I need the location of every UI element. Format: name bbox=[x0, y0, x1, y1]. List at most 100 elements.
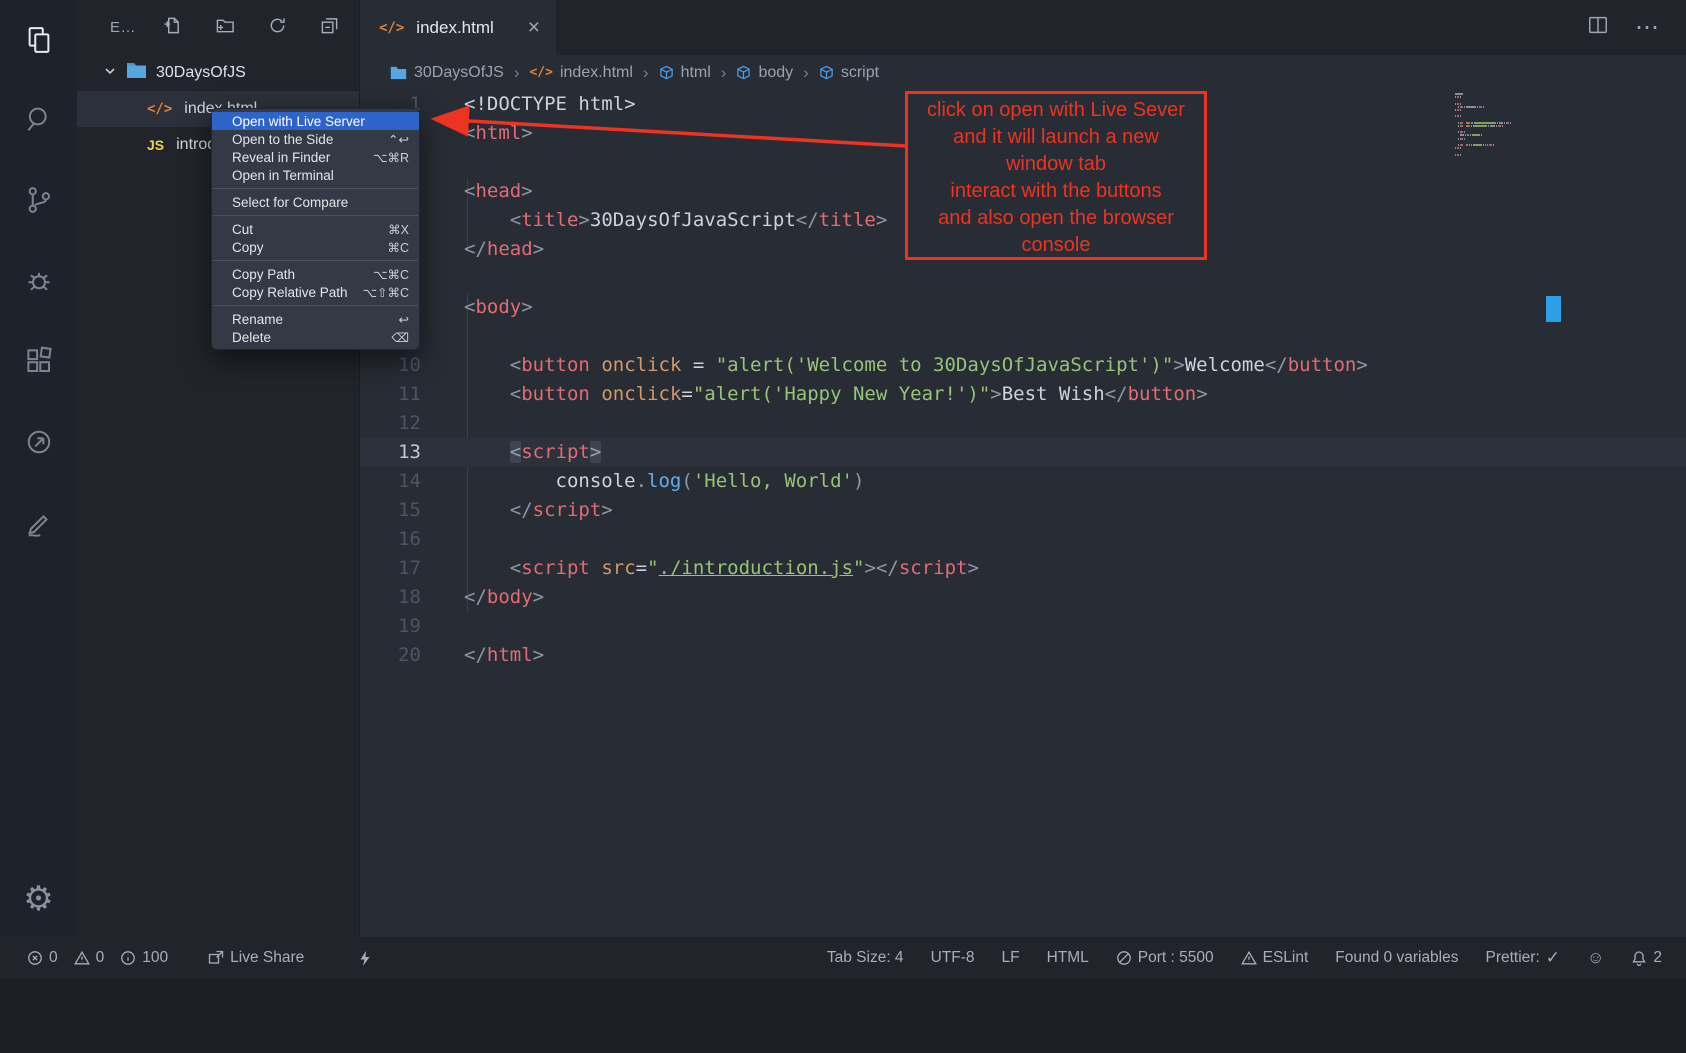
code-line-12[interactable]: 12 bbox=[360, 409, 1686, 438]
eol-indicator[interactable]: LF bbox=[1001, 949, 1019, 967]
annotation-line: window tab bbox=[908, 151, 1204, 178]
source-control-icon[interactable] bbox=[0, 172, 77, 228]
code-line-13[interactable]: 13 <script> bbox=[360, 438, 1686, 467]
code-line-15[interactable]: 15 </script> bbox=[360, 496, 1686, 525]
new-folder-icon[interactable] bbox=[215, 16, 235, 40]
warning-icon bbox=[74, 950, 90, 966]
menu-item-reveal-in-finder[interactable]: Reveal in Finder⌥⌘R bbox=[212, 148, 419, 166]
menu-item-open-with-live-server[interactable]: Open with Live Server bbox=[212, 112, 419, 130]
tab-close-icon[interactable]: × bbox=[528, 17, 540, 38]
code-line-20[interactable]: 20</html> bbox=[360, 641, 1686, 670]
line-number: 15 bbox=[360, 496, 421, 525]
tab-index-html[interactable]: </> index.html × bbox=[360, 0, 556, 55]
settings-gear-icon[interactable]: ⚙ bbox=[0, 871, 77, 927]
menu-item-copy[interactable]: Copy⌘C bbox=[212, 238, 419, 256]
split-editor-icon[interactable] bbox=[1587, 14, 1609, 41]
line-number: 19 bbox=[360, 612, 421, 641]
code-line-8[interactable]: 8<body> bbox=[360, 293, 1686, 322]
folder-icon bbox=[126, 62, 147, 84]
breadcrumb-separator: › bbox=[720, 63, 728, 83]
run-debug-icon[interactable] bbox=[0, 253, 77, 309]
menu-item-open-in-terminal[interactable]: Open in Terminal bbox=[212, 166, 419, 184]
encoding-indicator[interactable]: UTF-8 bbox=[931, 949, 975, 967]
collapse-all-icon[interactable] bbox=[320, 16, 339, 40]
line-number: 14 bbox=[360, 467, 421, 496]
breadcrumb-item-html[interactable]: html bbox=[659, 64, 711, 82]
language-indicator[interactable]: HTML bbox=[1047, 949, 1089, 967]
annotation-line: and also open the browser bbox=[908, 205, 1204, 232]
tab-bar: </> index.html × ⋯ bbox=[360, 0, 1686, 55]
info-count[interactable]: 100 bbox=[120, 949, 168, 967]
menu-item-rename[interactable]: Rename↩ bbox=[212, 310, 419, 328]
menu-item-cut[interactable]: Cut⌘X bbox=[212, 220, 419, 238]
activity-bar: ⚙ bbox=[0, 0, 77, 937]
scrollbar-marker[interactable] bbox=[1546, 296, 1561, 322]
new-file-icon[interactable] bbox=[163, 16, 182, 40]
tab-label: index.html bbox=[416, 18, 493, 38]
breadcrumb-item-folder[interactable]: 30DaysOfJS bbox=[390, 64, 504, 82]
folder-name: 30DaysOfJS bbox=[156, 64, 246, 82]
bolt-icon[interactable] bbox=[358, 950, 372, 967]
more-actions-icon[interactable]: ⋯ bbox=[1635, 13, 1660, 42]
cube-icon bbox=[736, 65, 751, 81]
problems-warnings[interactable]: 0 bbox=[74, 949, 105, 967]
code-line-10[interactable]: 10 <button onclick = "alert('Welcome to … bbox=[360, 351, 1686, 380]
eslint-indicator[interactable]: ESLint bbox=[1241, 949, 1309, 967]
prettier-indicator[interactable]: Prettier: ✓ bbox=[1486, 948, 1561, 968]
minimap[interactable] bbox=[1455, 93, 1543, 157]
annotation-box: click on open with Live Sever and it wil… bbox=[905, 91, 1207, 260]
live-share-icon[interactable] bbox=[0, 414, 77, 470]
variables-indicator[interactable]: Found 0 variables bbox=[1335, 949, 1458, 967]
menu-item-copy-path[interactable]: Copy Path⌥⌘C bbox=[212, 265, 419, 283]
code-line-14[interactable]: 14 console.log('Hello, World') bbox=[360, 467, 1686, 496]
chevron-down-icon bbox=[103, 64, 117, 83]
line-number: 10 bbox=[360, 351, 421, 380]
menu-separator bbox=[213, 188, 418, 189]
menu-separator bbox=[213, 215, 418, 216]
js-file-icon: JS bbox=[147, 137, 164, 153]
notifications-bell[interactable]: 2 bbox=[1631, 949, 1662, 967]
code-line-9[interactable]: 9 bbox=[360, 322, 1686, 351]
cube-icon bbox=[659, 65, 674, 81]
share-icon bbox=[208, 950, 224, 966]
annotation-line: and it will launch a new bbox=[908, 124, 1204, 151]
code-line-16[interactable]: 16 bbox=[360, 525, 1686, 554]
breadcrumb-separator: › bbox=[513, 63, 521, 83]
breadcrumb-item-script[interactable]: script bbox=[819, 64, 879, 82]
menu-item-copy-relative-path[interactable]: Copy Relative Path⌥⇧⌘C bbox=[212, 283, 419, 301]
code-line-11[interactable]: 11 <button onclick="alert('Happy New Yea… bbox=[360, 380, 1686, 409]
menu-separator bbox=[213, 260, 418, 261]
menu-item-delete[interactable]: Delete⌫ bbox=[212, 328, 419, 346]
bottom-strip bbox=[0, 979, 1686, 1053]
html-file-icon: </> bbox=[379, 20, 404, 36]
breadcrumb: 30DaysOfJS › </> index.html › html › bod… bbox=[360, 55, 1686, 90]
annotation-line: click on open with Live Sever bbox=[908, 97, 1204, 124]
line-number: 11 bbox=[360, 380, 421, 409]
code-line-19[interactable]: 19 bbox=[360, 612, 1686, 641]
breadcrumb-item-file[interactable]: </> index.html bbox=[529, 64, 632, 82]
html-file-icon: </> bbox=[529, 65, 552, 80]
menu-item-select-for-compare[interactable]: Select for Compare bbox=[212, 193, 419, 211]
pen-icon[interactable] bbox=[0, 494, 77, 550]
extensions-icon[interactable] bbox=[0, 333, 77, 389]
feedback-smiley-icon[interactable]: ☺ bbox=[1587, 948, 1604, 968]
menu-item-open-to-the-side[interactable]: Open to the Side⌃↩ bbox=[212, 130, 419, 148]
code-line-18[interactable]: 18</body> bbox=[360, 583, 1686, 612]
live-share-button[interactable]: Live Share bbox=[208, 949, 304, 967]
explorer-title: E… bbox=[110, 19, 136, 36]
explorer-icon[interactable] bbox=[0, 12, 77, 68]
annotation-line: interact with the buttons bbox=[908, 178, 1204, 205]
search-icon[interactable] bbox=[0, 91, 77, 147]
refresh-icon[interactable] bbox=[268, 16, 287, 40]
folder-row-30daysofjs[interactable]: 30DaysOfJS bbox=[77, 55, 359, 91]
problems-errors[interactable]: 0 bbox=[27, 949, 58, 967]
tab-size-indicator[interactable]: Tab Size: 4 bbox=[827, 949, 904, 967]
cube-icon bbox=[819, 65, 834, 81]
status-bar: 0 0 100 Live Share Tab Size: 4 UTF-8 LF … bbox=[0, 937, 1686, 979]
context-menu: Open with Live ServerOpen to the Side⌃↩R… bbox=[211, 108, 420, 350]
breadcrumb-item-body[interactable]: body bbox=[736, 64, 793, 82]
code-line-7[interactable]: 7 bbox=[360, 264, 1686, 293]
html-file-icon: </> bbox=[147, 101, 172, 117]
port-indicator[interactable]: Port : 5500 bbox=[1116, 949, 1214, 967]
code-line-17[interactable]: 17 <script src="./introduction.js"></scr… bbox=[360, 554, 1686, 583]
